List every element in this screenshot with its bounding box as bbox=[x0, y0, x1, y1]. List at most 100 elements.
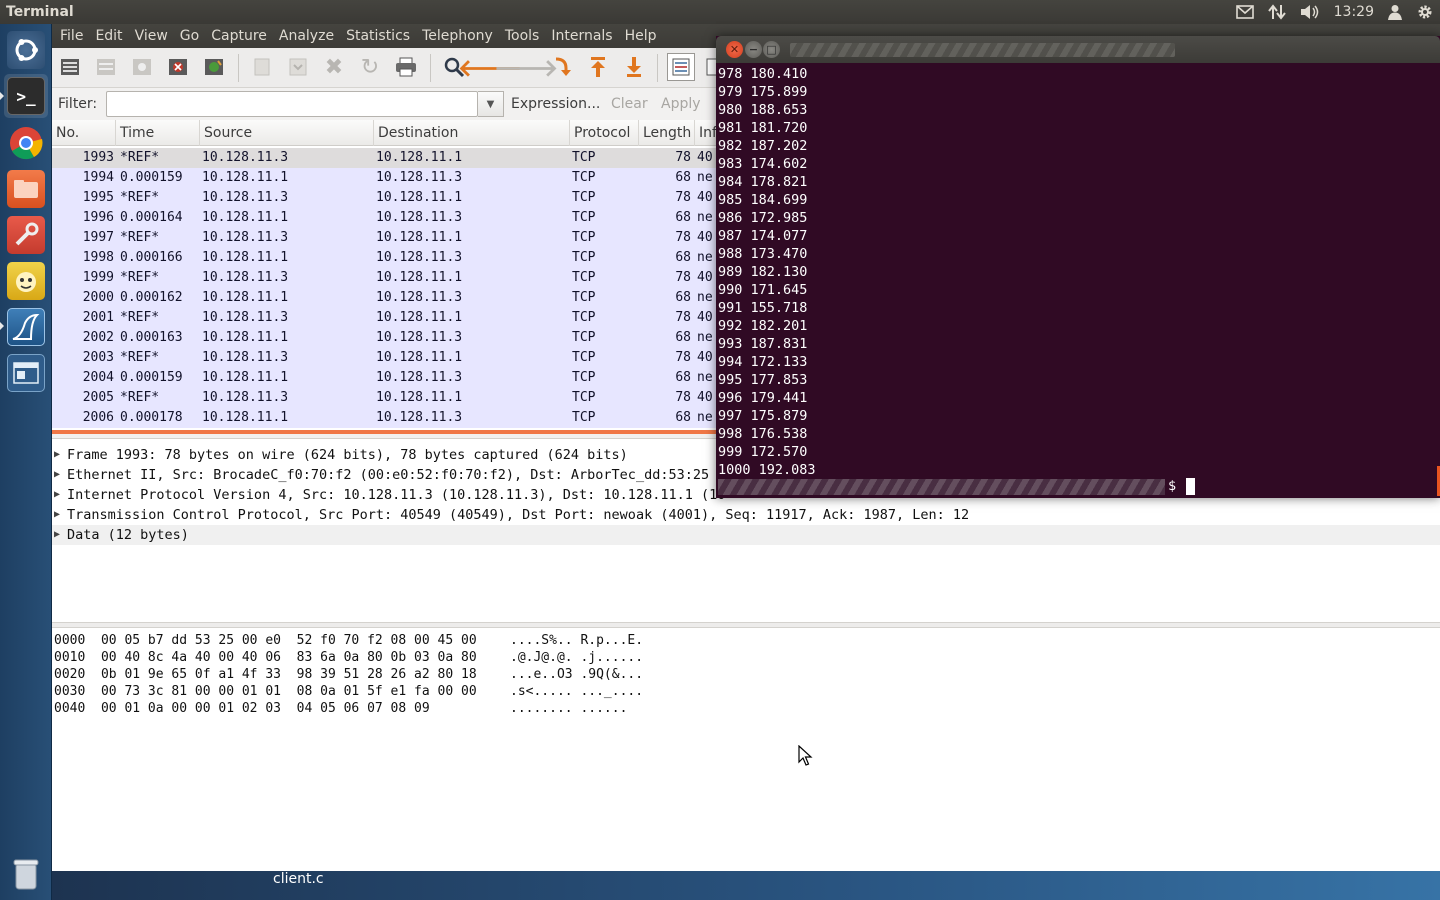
detail-tcp[interactable]: ▶ Transmission Control Protocol, Src Por… bbox=[52, 505, 1440, 525]
cell-destination: 10.128.11.3 bbox=[376, 370, 463, 385]
reload-icon[interactable]: ↻ bbox=[357, 54, 383, 80]
menu-tools[interactable]: Tools bbox=[499, 24, 546, 48]
maximize-window-button[interactable]: □ bbox=[763, 41, 780, 58]
indicator-area: 13:29 bbox=[1235, 0, 1434, 24]
cell-destination: 10.128.11.1 bbox=[376, 150, 463, 165]
hex-row[interactable]: 0020 0b 01 9e 65 0f a1 4f 33 98 39 51 28… bbox=[54, 666, 477, 683]
cell-protocol: TCP bbox=[572, 290, 596, 305]
apply-filter-button[interactable]: Apply bbox=[661, 96, 701, 112]
clock[interactable]: 13:29 bbox=[1334, 4, 1374, 20]
colorize-list-icon[interactable] bbox=[667, 53, 695, 81]
hex-bytes: 00 05 b7 dd 53 25 00 e0 52 f0 70 f2 08 0… bbox=[100, 633, 477, 648]
chromium-launcher[interactable] bbox=[4, 121, 48, 165]
column-header-source[interactable]: Source bbox=[200, 120, 374, 146]
terminal-output[interactable]: 978 180.410 979 175.899 980 188.653 981 181… bbox=[716, 63, 1440, 498]
cell-source: 10.128.11.3 bbox=[202, 310, 289, 325]
mail-icon[interactable] bbox=[1235, 5, 1254, 19]
restart-capture-icon[interactable] bbox=[201, 54, 227, 80]
save-file-icon[interactable] bbox=[285, 54, 311, 80]
menu-statistics[interactable]: Statistics bbox=[340, 24, 416, 48]
cell-protocol: TCP bbox=[572, 350, 596, 365]
unity-launcher: >_ bbox=[0, 24, 52, 900]
system-settings-launcher[interactable] bbox=[4, 213, 48, 257]
files-launcher[interactable] bbox=[4, 167, 48, 211]
hex-row[interactable]: 0000 00 05 b7 dd 53 25 00 e0 52 f0 70 f2… bbox=[54, 632, 477, 649]
column-header-length[interactable]: Length bbox=[639, 120, 695, 146]
hex-row[interactable]: 0010 00 40 8c 4a 40 00 40 06 83 6a 0a 80… bbox=[54, 649, 477, 666]
stop-capture-icon[interactable] bbox=[165, 54, 191, 80]
expression-button[interactable]: Expression... bbox=[511, 96, 600, 112]
clear-filter-button[interactable]: Clear bbox=[611, 96, 648, 112]
last-packet-icon[interactable] bbox=[621, 54, 647, 80]
first-packet-icon[interactable] bbox=[585, 54, 611, 80]
expand-triangle-icon[interactable]: ▶ bbox=[54, 525, 60, 545]
packet-list-hscroll[interactable] bbox=[52, 430, 722, 434]
cell-no: 1997 bbox=[82, 230, 114, 245]
workspace-switcher-launcher[interactable] bbox=[4, 351, 48, 395]
go-forward-icon[interactable]: 🡒 bbox=[494, 54, 558, 82]
menu-telephony[interactable]: Telephony bbox=[416, 24, 499, 48]
terminal-line: 980 188.653 bbox=[718, 102, 808, 118]
cell-no: 1994 bbox=[82, 170, 114, 185]
cell-destination: 10.128.11.1 bbox=[376, 390, 463, 405]
column-header-no[interactable]: No. bbox=[52, 120, 116, 146]
top-panel: Terminal 13:29 bbox=[0, 0, 1440, 24]
go-to-packet-icon[interactable] bbox=[549, 54, 575, 80]
expand-triangle-icon[interactable]: ▶ bbox=[54, 445, 60, 465]
detail-text: Ethernet II, Src: BrocadeC_f0:70:f2 (00:… bbox=[67, 467, 726, 483]
column-header-time[interactable]: Time bbox=[116, 120, 200, 146]
cell-info: 40 bbox=[697, 230, 713, 245]
open-file-icon[interactable] bbox=[249, 54, 275, 80]
cell-info: ne bbox=[697, 170, 713, 185]
close-file-icon[interactable]: ✖ bbox=[321, 54, 347, 80]
print-icon[interactable] bbox=[393, 54, 419, 80]
trash-launcher[interactable] bbox=[4, 852, 48, 896]
cell-no: 2002 bbox=[82, 330, 114, 345]
wireshark-launcher[interactable] bbox=[4, 305, 48, 349]
filter-history-dropdown[interactable]: ▼ bbox=[478, 91, 504, 117]
menu-internals[interactable]: Internals bbox=[545, 24, 618, 48]
expand-triangle-icon[interactable]: ▶ bbox=[54, 505, 60, 525]
column-header-protocol[interactable]: Protocol bbox=[570, 120, 639, 146]
cell-info: 40 bbox=[697, 310, 713, 325]
taskbar-item-client-c[interactable]: client.c bbox=[273, 871, 423, 887]
filter-input[interactable] bbox=[106, 91, 478, 117]
menu-help[interactable]: Help bbox=[619, 24, 663, 48]
menu-view[interactable]: View bbox=[129, 24, 174, 48]
user-icon[interactable] bbox=[1388, 4, 1402, 20]
cell-source: 10.128.11.3 bbox=[202, 190, 289, 205]
menu-edit[interactable]: Edit bbox=[89, 24, 128, 48]
hex-row[interactable]: 0040 00 01 0a 00 00 01 02 03 04 05 06 07… bbox=[54, 700, 430, 717]
start-capture-icon[interactable] bbox=[129, 54, 155, 80]
settings-gear-icon[interactable] bbox=[1416, 3, 1434, 21]
mascot-app-launcher[interactable] bbox=[4, 259, 48, 303]
cell-time: 0.000159 bbox=[120, 370, 183, 385]
close-window-button[interactable]: ✕ bbox=[726, 41, 743, 58]
menu-go[interactable]: Go bbox=[174, 24, 205, 48]
expand-triangle-icon[interactable]: ▶ bbox=[54, 465, 60, 485]
terminal-titlebar[interactable]: ✕ − □ bbox=[716, 36, 1440, 63]
expand-triangle-icon[interactable]: ▶ bbox=[54, 485, 60, 505]
network-icon[interactable] bbox=[1267, 4, 1286, 20]
cell-no: 1995 bbox=[82, 190, 114, 205]
hex-row[interactable]: 0030 00 73 3c 81 00 00 01 01 08 0a 01 5f… bbox=[54, 683, 477, 700]
cell-source: 10.128.11.1 bbox=[202, 330, 289, 345]
detail-data[interactable]: ▶ Data (12 bytes) bbox=[52, 525, 1440, 545]
cell-info: 40 bbox=[697, 190, 713, 205]
minimize-window-button[interactable]: − bbox=[745, 41, 762, 58]
terminal-launcher[interactable]: >_ bbox=[4, 74, 48, 118]
detail-text: Frame 1993: 78 bytes on wire (624 bits),… bbox=[67, 447, 628, 463]
menu-capture[interactable]: Capture bbox=[205, 24, 273, 48]
cell-no: 2005 bbox=[82, 390, 114, 405]
menu-file[interactable]: File bbox=[54, 24, 89, 48]
cell-destination: 10.128.11.3 bbox=[376, 330, 463, 345]
cell-length: 78 bbox=[675, 270, 691, 285]
menu-analyze[interactable]: Analyze bbox=[273, 24, 340, 48]
dash-home-button[interactable] bbox=[4, 28, 48, 72]
capture-options-icon[interactable] bbox=[93, 54, 119, 80]
interfaces-list-icon[interactable] bbox=[57, 54, 83, 80]
column-header-destination[interactable]: Destination bbox=[374, 120, 570, 146]
cell-info: 40 bbox=[697, 150, 713, 165]
hex-offset: 0000 bbox=[54, 633, 86, 648]
volume-icon[interactable] bbox=[1300, 4, 1320, 20]
